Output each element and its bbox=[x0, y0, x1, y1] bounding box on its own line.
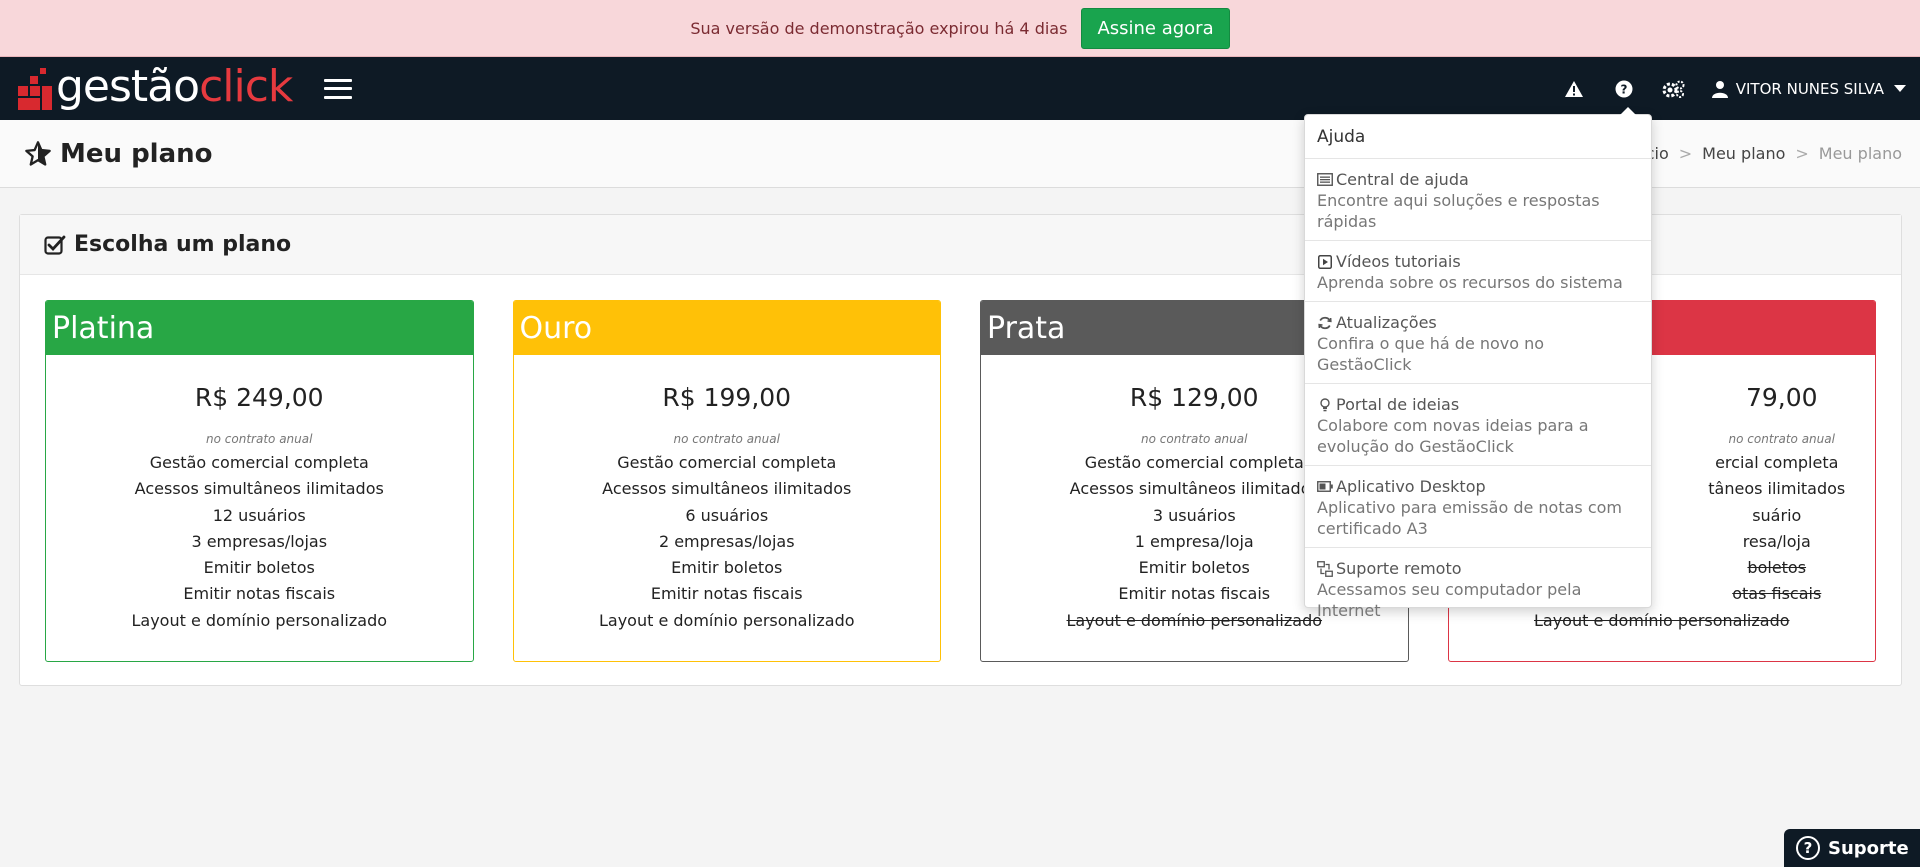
subscribe-now-button[interactable]: Assine agora bbox=[1081, 7, 1230, 49]
help-item-desc: Colabore com novas ideias para a evoluçã… bbox=[1317, 416, 1589, 456]
plan-feature: Acessos simultâneos ilimitados bbox=[602, 479, 852, 499]
help-item-ideas[interactable]: Portal de ideias Colabore com novas idei… bbox=[1305, 384, 1651, 466]
help-dropdown-title: Ajuda bbox=[1305, 115, 1651, 159]
help-item-remote-support[interactable]: Suporte remoto Acessamos seu computador … bbox=[1305, 548, 1651, 629]
support-label: Suporte bbox=[1828, 837, 1909, 859]
plan-note: no contrato anual bbox=[673, 432, 780, 446]
refresh-icon bbox=[1317, 316, 1333, 330]
star-icon bbox=[25, 140, 51, 166]
plan-features: Gestão comercial completa Acessos simult… bbox=[46, 450, 473, 634]
help-item-desc: Aplicativo para emissão de notas com cer… bbox=[1317, 498, 1622, 538]
plan-price: R$ 199,00 bbox=[662, 383, 792, 412]
plan-features: Gestão comercial completa Acessos simult… bbox=[514, 450, 941, 634]
help-icon[interactable]: ? bbox=[1612, 77, 1636, 101]
plan-card-platina[interactable]: Platina R$ 249,00 no contrato anual Gest… bbox=[45, 300, 474, 662]
checkbox-checked-icon bbox=[44, 235, 66, 255]
help-item-desc: Acessamos seu computador pela Internet bbox=[1317, 580, 1582, 620]
plan-feature: Emitir notas fiscais bbox=[650, 584, 803, 604]
lightbulb-icon bbox=[1317, 397, 1333, 412]
menu-toggle-button[interactable] bbox=[324, 78, 353, 99]
help-item-title: Central de ajuda bbox=[1336, 170, 1469, 189]
user-name: VITOR NUNES SILVA bbox=[1735, 79, 1884, 98]
plan-feature: 12 usuários bbox=[212, 505, 306, 525]
help-item-desc: Confira o que há de novo no GestãoClick bbox=[1317, 334, 1545, 374]
plan-feature: Emitir boletos bbox=[671, 558, 783, 578]
plan-card-ouro[interactable]: Ouro R$ 199,00 no contrato anual Gestão … bbox=[512, 300, 941, 662]
plan-feature: Emitir boletos bbox=[203, 558, 315, 578]
settings-icon[interactable] bbox=[1662, 77, 1686, 101]
logo-wordmark: gestãoclick bbox=[56, 60, 293, 112]
logo[interactable]: gestãoclick bbox=[0, 57, 293, 120]
breadcrumb-meu-plano[interactable]: Meu plano bbox=[1702, 144, 1785, 163]
battery-icon bbox=[1317, 480, 1333, 494]
breadcrumb-current: Meu plano bbox=[1818, 144, 1902, 163]
user-menu[interactable]: VITOR NUNES SILVA bbox=[1711, 79, 1906, 98]
plan-name: Platina bbox=[46, 301, 473, 355]
play-icon bbox=[1317, 254, 1333, 269]
plan-feature: Gestão comercial completa bbox=[617, 453, 837, 472]
plan-feature: Acessos simultâneos ilimitados bbox=[134, 479, 384, 499]
list-icon bbox=[1317, 173, 1333, 187]
plan-price: R$ 249,00 bbox=[194, 383, 324, 412]
help-item-desc: Encontre aqui soluções e respostas rápid… bbox=[1317, 191, 1600, 231]
plan-feature: Layout e domínio personalizado bbox=[598, 610, 855, 630]
trial-banner: Sua versão de demonstração expirou há 4 … bbox=[0, 0, 1920, 57]
plan-feature: 6 usuários bbox=[685, 505, 769, 525]
support-button[interactable]: ? Suporte bbox=[1784, 829, 1920, 867]
user-icon bbox=[1711, 80, 1728, 98]
plan-feature: 2 empresas/lojas bbox=[658, 531, 795, 551]
help-item-updates[interactable]: Atualizações Confira o que há de novo no… bbox=[1305, 302, 1651, 384]
plan-name: Ouro bbox=[513, 301, 940, 355]
help-item-title: Aplicativo Desktop bbox=[1336, 477, 1486, 496]
breadcrumb: Início > Meu plano > Meu plano bbox=[1626, 120, 1902, 187]
help-item-title: Atualizações bbox=[1336, 313, 1437, 332]
question-circle-icon: ? bbox=[1796, 836, 1820, 860]
warning-icon[interactable] bbox=[1562, 77, 1586, 101]
logo-mark-icon bbox=[18, 67, 52, 110]
chevron-down-icon bbox=[1894, 85, 1906, 92]
trial-expired-text: Sua versão de demonstração expirou há 4 … bbox=[690, 18, 1068, 38]
help-item-videos[interactable]: Vídeos tutoriais Aprenda sobre os recurs… bbox=[1305, 241, 1651, 302]
svg-text:?: ? bbox=[1620, 82, 1627, 96]
page-title: Meu plano bbox=[60, 138, 213, 169]
plan-feature: Emitir notas fiscais bbox=[183, 584, 336, 604]
plan-feature: Layout e domínio personalizado bbox=[131, 610, 388, 630]
plan-note: no contrato anual bbox=[206, 432, 313, 446]
help-item-desktop-app[interactable]: Aplicativo Desktop Aplicativo para emiss… bbox=[1305, 466, 1651, 548]
panel-title: Escolha um plano bbox=[74, 232, 292, 257]
help-item-title: Portal de ideias bbox=[1336, 395, 1460, 414]
plan-feature: Gestão comercial completa bbox=[149, 453, 369, 472]
help-item-desc: Aprenda sobre os recursos do sistema bbox=[1317, 273, 1623, 292]
help-item-title: Suporte remoto bbox=[1336, 559, 1462, 578]
help-item-title: Vídeos tutoriais bbox=[1336, 252, 1461, 271]
plan-feature: 3 empresas/lojas bbox=[191, 531, 328, 551]
help-dropdown: Ajuda Central de ajuda Encontre aqui sol… bbox=[1304, 107, 1652, 620]
remote-icon bbox=[1317, 560, 1333, 577]
help-item-central[interactable]: Central de ajuda Encontre aqui soluções … bbox=[1305, 159, 1651, 241]
